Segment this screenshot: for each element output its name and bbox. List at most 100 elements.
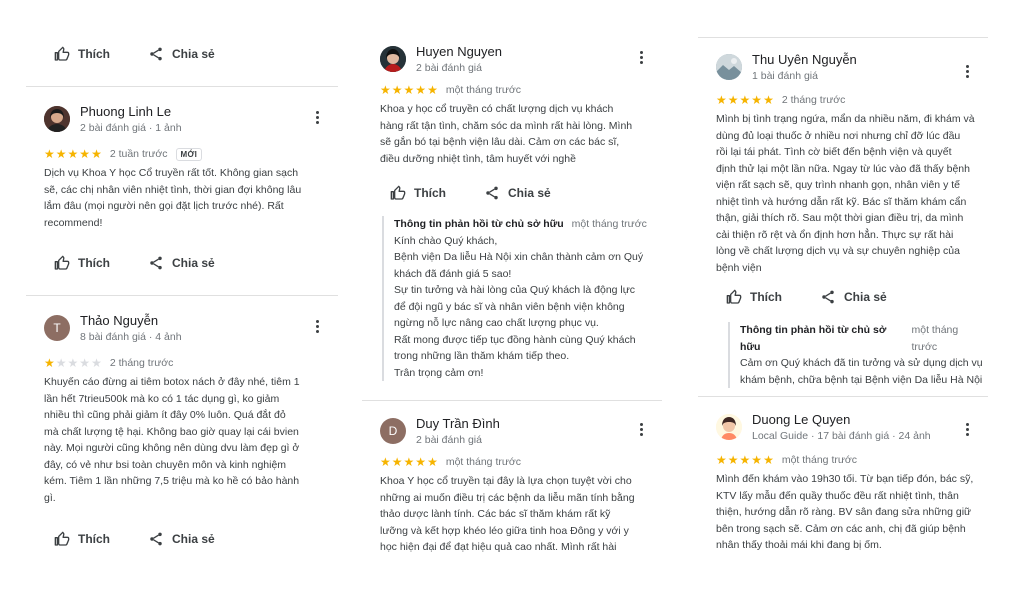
more-options-button[interactable]	[960, 420, 974, 438]
reviewer-name[interactable]: Duy Trần Đình	[416, 416, 500, 431]
star-icon: ★	[415, 83, 427, 97]
review-text: Dịch vụ Khoa Y học Cổ truyền rất tốt. Kh…	[26, 165, 338, 231]
like-button[interactable]: Thích	[54, 255, 110, 271]
like-label: Thích	[78, 47, 110, 61]
thumb-up-icon	[54, 46, 70, 62]
avatar[interactable]	[44, 106, 70, 132]
star-icon: ★	[380, 455, 391, 469]
review-date: một tháng trước	[781, 454, 858, 466]
text-line: những ai muốn điều trị các bệnh da liễu …	[380, 491, 635, 504]
star-rating: ★ ★ ★ ★ ★	[44, 357, 102, 369]
avatar[interactable]	[716, 414, 742, 440]
avatar[interactable]: D	[380, 418, 406, 444]
text-line: Mình bị tình trạng ngứa, mẩn da nhiều nă…	[716, 113, 975, 125]
thumb-up-icon	[726, 289, 742, 305]
text-line: Trân trọng cảm ơn!	[394, 366, 484, 379]
text-line: Bệnh viện Da liễu Hà Nội xin chân thành …	[394, 251, 644, 263]
star-icon: ★	[727, 453, 739, 467]
review-text: Mình bị tình trạng ngứa, mẩn da nhiều nă…	[698, 111, 988, 276]
reviewer-meta: 1 bài đánh giá	[752, 70, 818, 82]
reviewer-name[interactable]: Phuong Linh Le	[80, 104, 171, 119]
share-label: Chia sẻ	[172, 256, 215, 270]
owner-response: Thông tin phản hồi từ chủ sở hữu một thá…	[382, 216, 658, 381]
text-line: gì.	[44, 491, 56, 504]
avatar[interactable]: T	[44, 315, 70, 341]
like-label: Thích	[414, 186, 446, 200]
avatar-photo-icon	[716, 414, 742, 440]
like-label: Thích	[750, 290, 782, 304]
more-options-button[interactable]	[634, 420, 648, 438]
review-actions: Thích Chia sẻ	[54, 46, 215, 62]
like-button[interactable]: Thích	[54, 46, 110, 62]
reviewer-meta: Local Guide · 17 bài đánh giá · 24 ảnh	[752, 430, 931, 442]
star-rating: ★ ★ ★ ★ ★	[380, 84, 438, 96]
text-line: nhiều thì cũng phải giảm ít đây 0% luôn.…	[44, 409, 286, 421]
review-card: T Thảo Nguyễn 8 bài đánh giá · 4 ảnh ★ ★ ★…	[26, 313, 338, 506]
share-icon	[148, 46, 164, 62]
more-options-button[interactable]	[634, 48, 648, 66]
like-button[interactable]: Thích	[390, 185, 446, 201]
star-rating: ★ ★ ★ ★ ★	[380, 456, 438, 468]
text-line: sẽ, các chị nhân viên nhiệt tình, thời g…	[44, 183, 302, 196]
review-date: một tháng trước	[445, 456, 522, 468]
reviewer-name[interactable]: Thảo Nguyễn	[80, 313, 158, 328]
text-line: này. Mọi người cũng không nên dùng dvu l…	[44, 442, 300, 454]
text-line: recommend!	[44, 216, 103, 229]
share-button[interactable]: Chia sẻ	[484, 185, 551, 201]
text-line: trong những lần thăm khám tiếp theo.	[394, 350, 570, 362]
text-line: thiện, hướng dẫn rõ ràng. BV sân đang sử…	[716, 506, 972, 518]
text-line: sẽ gắn bó tại bệnh viện lâu dài. Cảm ơn …	[380, 136, 620, 148]
share-icon	[148, 531, 164, 547]
text-line: cải thiện rõ rệt và ổn định hơn hẳn. Thự…	[716, 228, 954, 241]
review-card: D Duy Trần Đình 2 bài đánh giá ★ ★ ★ ★ ★ một…	[362, 416, 662, 556]
text-line: hàng rất tận tình, chăm sóc da mình rất …	[380, 119, 633, 132]
divider	[26, 295, 338, 296]
text-line: rồi lại tái phát. Tình cờ biết đến bệnh …	[716, 146, 952, 158]
share-icon	[484, 185, 500, 201]
like-button[interactable]: Thích	[54, 531, 110, 547]
reviewer-name[interactable]: Duong Le Quyen	[752, 412, 850, 427]
review-actions: Thích Chia sẻ	[390, 185, 551, 201]
share-button[interactable]: Chia sẻ	[820, 289, 887, 305]
reviewer-name[interactable]: Thu Uyên Nguyễn	[752, 52, 857, 67]
owner-response-date: một tháng trước	[571, 218, 647, 230]
avatar[interactable]	[716, 54, 742, 80]
more-options-button[interactable]	[310, 108, 324, 126]
review-column-3: Thu Uyên Nguyễn 1 bài đánh giá ★ ★ ★ ★ ★ 2 t…	[698, 0, 988, 592]
share-label: Chia sẻ	[844, 290, 887, 304]
owner-response-date: một tháng trước	[911, 324, 959, 353]
owner-response-title: Thông tin phản hồi từ chủ sở hữu	[394, 218, 564, 230]
review-date: 2 tháng trước	[109, 357, 174, 369]
more-options-button[interactable]	[310, 317, 324, 335]
owner-response-text: Kính chào Quý khách, Bệnh viện Da liễu Hà…	[394, 233, 658, 382]
more-options-button[interactable]	[960, 62, 974, 80]
star-rating: ★ ★ ★ ★ ★	[716, 94, 774, 106]
avatar-photo-icon	[44, 106, 70, 132]
reviewer-name[interactable]: Huyen Nguyen	[416, 44, 502, 59]
star-icon: ★	[427, 455, 438, 469]
text-line: khách đã đánh giá 5 sao!	[394, 267, 512, 280]
review-text: Khoa y học cổ truyền có chất lượng dịch …	[362, 101, 662, 167]
text-line: KTV lấy mẫu đến quầy thuốc đều rất nhiệt…	[716, 489, 959, 502]
share-button[interactable]: Chia sẻ	[148, 46, 215, 62]
share-label: Chia sẻ	[172, 532, 215, 546]
star-icon: ★	[44, 147, 55, 161]
star-icon: ★	[55, 147, 67, 161]
review-card: Huyen Nguyen 2 bài đánh giá ★ ★ ★ ★ ★ một th…	[362, 44, 662, 167]
share-button[interactable]: Chia sẻ	[148, 531, 215, 547]
avatar[interactable]	[380, 46, 406, 72]
star-icon: ★	[380, 83, 391, 97]
share-button[interactable]: Chia sẻ	[148, 255, 215, 271]
star-icon: ★	[91, 356, 102, 370]
text-line: Khuyến cáo đừng ai tiêm botox nách ở đây…	[44, 376, 300, 388]
share-label: Chia sẻ	[172, 47, 215, 61]
star-icon: ★	[427, 83, 438, 97]
text-line: mà chất lượng tệ hại. Không bao giờ quay…	[44, 425, 299, 438]
text-line: Khoa Y học cổ truyền tại đây là lựa chọn…	[380, 475, 632, 487]
text-line: lòng về chất lượng dịch vụ và sự chuyên …	[716, 245, 960, 257]
like-button[interactable]: Thích	[726, 289, 782, 305]
text-line: kém. Tiêm 1 lần những 7,5 triệu mà ko hề…	[44, 475, 300, 487]
review-actions: Thích Chia sẻ	[54, 531, 215, 547]
divider	[26, 86, 338, 87]
review-card: Duong Le Quyen Local Guide · 17 bài đánh…	[698, 412, 988, 554]
